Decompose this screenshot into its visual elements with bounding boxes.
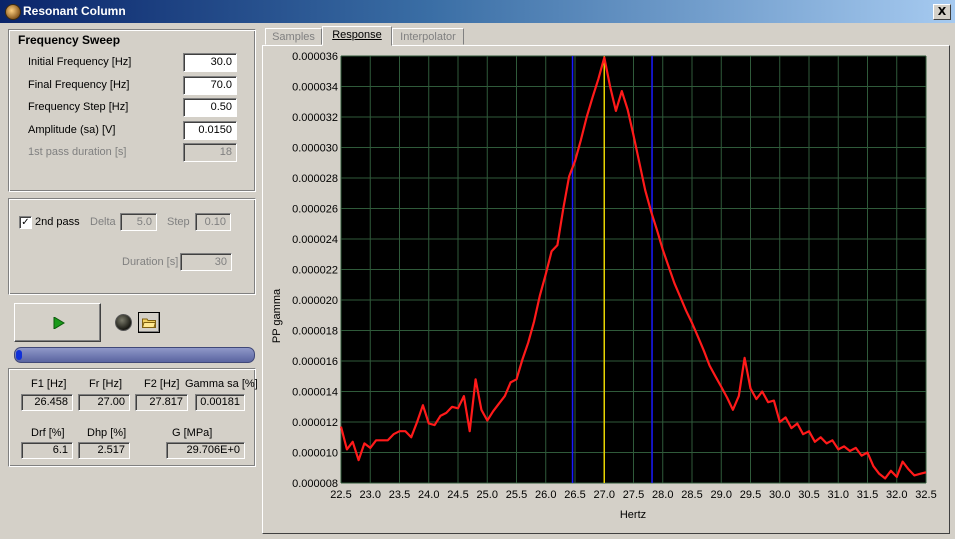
initial-frequency-label: Initial Frequency [Hz]: [28, 56, 132, 68]
step-label: Step: [167, 216, 190, 228]
x-tick-labels: 22.5 23.0 23.5 24.0 24.5 25.0 25.5 26.0 26.5 27.0…: [330, 489, 936, 501]
response-chart: 22.5 23.0 23.5 24.0 24.5 25.0 25.5 26.0 26.5 27.0…: [271, 51, 937, 521]
y-tick-label: 0.000028: [292, 173, 338, 185]
x-tick-label: 26.0: [535, 489, 556, 501]
y-tick-label: 0.000022: [292, 265, 338, 277]
x-tick-label: 25.0: [477, 489, 498, 501]
x-tick-label: 29.0: [711, 489, 732, 501]
tab-interpolator[interactable]: Interpolator: [392, 28, 464, 45]
y-tick-label: 0.000032: [292, 112, 338, 124]
folder-icon: [142, 318, 156, 328]
x-tick-label: 23.5: [389, 489, 410, 501]
step-field: 0.10: [195, 213, 231, 231]
progress-fill: [16, 350, 22, 360]
x-tick-label: 29.5: [740, 489, 761, 501]
x-tick-label: 25.5: [506, 489, 527, 501]
second-pass-checkbox[interactable]: ✓: [19, 216, 32, 229]
y-tick-label: 0.000016: [292, 356, 338, 368]
drf-value: 6.1: [21, 442, 73, 459]
x-tick-label: 24.5: [447, 489, 468, 501]
x-tick-label: 23.0: [360, 489, 381, 501]
play-icon: [53, 317, 65, 329]
title-bar: Resonant Column X: [0, 0, 955, 23]
fr-label: Fr [Hz]: [89, 378, 122, 390]
y-tick-label: 0.000012: [292, 417, 338, 429]
amplitude-label: Amplitude (sa) [V]: [28, 124, 116, 136]
dhp-value: 2.517: [78, 442, 130, 459]
x-axis-label: Hertz: [620, 509, 646, 521]
frequency-step-label: Frequency Step [Hz]: [28, 101, 129, 113]
f2-label: F2 [Hz]: [144, 378, 180, 390]
x-tick-label: 30.5: [798, 489, 819, 501]
y-tick-label: 0.000024: [292, 234, 338, 246]
x-tick-label: 26.5: [564, 489, 585, 501]
frequency-step-field[interactable]: 0.50: [183, 98, 237, 117]
x-tick-label: 31.0: [828, 489, 849, 501]
frequency-sweep-title: Frequency Sweep: [18, 33, 121, 47]
frequency-sweep-group: Frequency Sweep Initial Frequency [Hz] 3…: [8, 29, 256, 192]
g-label: G [MPa]: [172, 427, 213, 439]
y-tick-label: 0.000034: [292, 82, 338, 94]
y-tick-labels: 0.000008 0.000010 0.000012 0.000014 0.000016…: [292, 51, 338, 490]
f1-label: F1 [Hz]: [31, 378, 67, 390]
fr-value: 27.00: [78, 394, 130, 411]
x-tick-label: 27.5: [623, 489, 644, 501]
x-tick-label: 28.5: [681, 489, 702, 501]
second-pass-label: 2nd pass: [35, 216, 80, 228]
app-icon: [5, 4, 21, 20]
x-tick-label: 28.0: [652, 489, 673, 501]
start-button[interactable]: [14, 303, 101, 342]
dhp-label: Dhp [%]: [87, 427, 127, 439]
final-frequency-label: Final Frequency [Hz]: [28, 79, 130, 91]
x-tick-label: 24.0: [418, 489, 439, 501]
x-tick-label: 22.5: [330, 489, 351, 501]
open-folder-button[interactable]: [138, 312, 160, 333]
x-tick-label: 31.5: [857, 489, 878, 501]
first-pass-duration-field: 18: [183, 143, 237, 162]
delta-label: Delta: [90, 216, 116, 228]
x-tick-label: 27.0: [594, 489, 615, 501]
f2-value: 27.817: [135, 394, 188, 411]
duration-field: 30: [180, 253, 232, 271]
close-button[interactable]: X: [933, 4, 951, 20]
y-tick-label: 0.000026: [292, 204, 338, 216]
initial-frequency-field[interactable]: 30.0: [183, 53, 237, 72]
y-tick-label: 0.000036: [292, 51, 338, 63]
final-frequency-field[interactable]: 70.0: [183, 76, 237, 95]
f1-value: 26.458: [21, 394, 73, 411]
gamma-label: Gamma sa [%]: [185, 378, 258, 390]
amplitude-field[interactable]: 0.0150: [183, 121, 237, 140]
y-tick-label: 0.000018: [292, 326, 338, 338]
x-tick-label: 32.5: [915, 489, 936, 501]
grid: [340, 55, 927, 484]
status-led-icon: [115, 314, 132, 331]
y-tick-label: 0.000010: [292, 448, 338, 460]
x-tick-label: 30.0: [769, 489, 790, 501]
first-pass-duration-label: 1st pass duration [s]: [28, 146, 127, 158]
g-value: 29.706E+0: [166, 442, 245, 459]
progress-bar: [14, 347, 255, 363]
window-title: Resonant Column: [23, 4, 126, 18]
gamma-value: 0.00181: [195, 394, 245, 411]
y-tick-label: 0.000020: [292, 295, 338, 307]
y-tick-label: 0.000008: [292, 478, 338, 490]
delta-field: 5.0: [120, 213, 157, 231]
x-tick-label: 32.0: [886, 489, 907, 501]
duration-label: Duration [s]: [122, 256, 179, 268]
second-pass-group: ✓ 2nd pass Delta 5.0 Step 0.10 Duration …: [8, 198, 256, 295]
tab-response[interactable]: Response: [322, 26, 392, 46]
results-group: F1 [Hz] Fr [Hz] F2 [Hz] Gamma sa [%] 26.…: [8, 368, 258, 467]
tab-samples[interactable]: Samples: [265, 28, 322, 45]
drf-label: Drf [%]: [31, 427, 65, 439]
y-tick-label: 0.000030: [292, 143, 338, 155]
y-axis-label: PP gamma: [271, 288, 283, 343]
y-tick-label: 0.000014: [292, 387, 338, 399]
